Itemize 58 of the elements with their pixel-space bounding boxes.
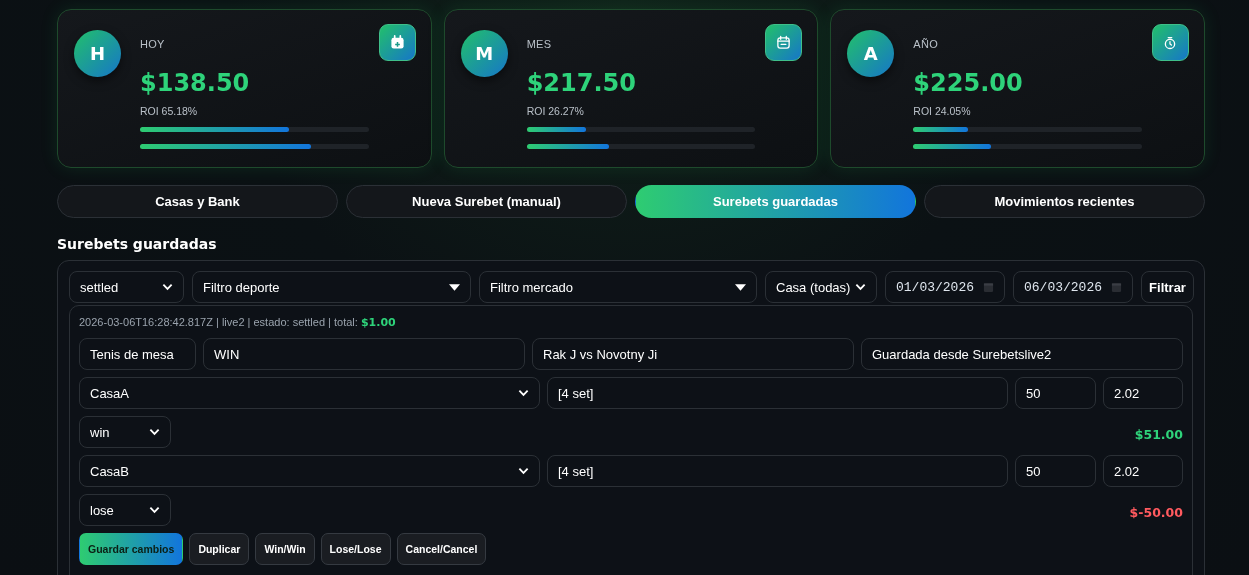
stat-amount: $138.50 — [140, 69, 251, 97]
date-field[interactable]: 01/03/2026 — [885, 271, 1005, 303]
chevron-icon — [518, 389, 529, 397]
tab[interactable]: Movimientos recientes — [924, 185, 1205, 218]
bookmaker-select[interactable]: CasaB — [79, 455, 540, 487]
surebet-meta: 2026-03-06T16:28:42.817Z | live2 | estado: settled | total: $1.00 — [79, 316, 397, 329]
filter-select[interactable]: settled — [69, 271, 184, 303]
caret-icon — [735, 283, 746, 291]
stopwatch-icon — [1163, 35, 1178, 50]
calendar-plus-icon — [389, 35, 405, 50]
stat-label: MES — [526, 38, 553, 50]
sport-field[interactable]: Tenis de mesa — [79, 338, 196, 370]
section-title: Surebets guardadas — [57, 236, 218, 252]
roi-text: ROI 65.18% — [140, 105, 199, 117]
filter-select[interactable]: Filtro mercado — [479, 271, 757, 303]
result-select[interactable]: lose — [79, 494, 171, 526]
tab[interactable]: Nueva Surebet (manual) — [346, 185, 627, 218]
result-select[interactable]: win — [79, 416, 171, 448]
odds-field[interactable]: 2.02 — [1103, 455, 1183, 487]
caret-icon — [449, 283, 460, 291]
tab[interactable]: Casas y Bank — [57, 185, 338, 218]
action-button[interactable]: Guardar cambios — [79, 533, 184, 565]
stake-field[interactable]: 50 — [1015, 377, 1096, 409]
bookmaker-select[interactable]: CasaA — [79, 377, 540, 409]
profit-amount: $51.00 — [1134, 427, 1183, 442]
action-button[interactable]: Duplicar — [189, 533, 250, 565]
stake-field[interactable]: 50 — [1015, 455, 1096, 487]
chevron-icon — [518, 467, 529, 475]
date-field[interactable]: 06/03/2026 — [1013, 271, 1133, 303]
market-field[interactable]: WIN — [203, 338, 525, 370]
selection-field[interactable]: [4 set] — [547, 455, 1008, 487]
avatar: A — [847, 30, 895, 77]
profit-amount: $-50.00 — [1129, 505, 1183, 520]
roi-text: ROI 24.05% — [913, 105, 972, 117]
action-button[interactable]: Cancel/Cancel — [396, 533, 487, 565]
chevron-icon — [149, 428, 160, 436]
filter-button[interactable]: Filtrar — [1141, 271, 1194, 303]
stat-amount: $225.00 — [913, 69, 1024, 97]
event-field[interactable]: Rak J vs Novotny Ji — [532, 338, 854, 370]
chevron-icon — [149, 506, 160, 514]
chevron-icon — [162, 283, 173, 291]
roi-text: ROI 26.27% — [526, 105, 585, 117]
stat-label: HOY — [140, 38, 166, 50]
action-button[interactable]: Lose/Lose — [320, 533, 391, 565]
filter-select[interactable]: Filtro deporte — [192, 271, 471, 303]
filter-select[interactable]: Casa (todas) — [765, 271, 877, 303]
calendar-icon — [983, 281, 994, 293]
calendar-icon — [1111, 281, 1122, 293]
stat-amount: $217.50 — [526, 69, 637, 97]
calendar-icon — [776, 35, 792, 50]
selection-field[interactable]: [4 set] — [547, 377, 1008, 409]
stat-label: AÑO — [913, 38, 940, 50]
chevron-icon — [855, 283, 866, 291]
note-field[interactable]: Guardada desde Surebetslive2 — [861, 338, 1183, 370]
odds-field[interactable]: 2.02 — [1103, 377, 1183, 409]
avatar: H — [74, 30, 121, 77]
action-button[interactable]: Win/Win — [255, 533, 315, 565]
avatar: M — [460, 30, 508, 77]
